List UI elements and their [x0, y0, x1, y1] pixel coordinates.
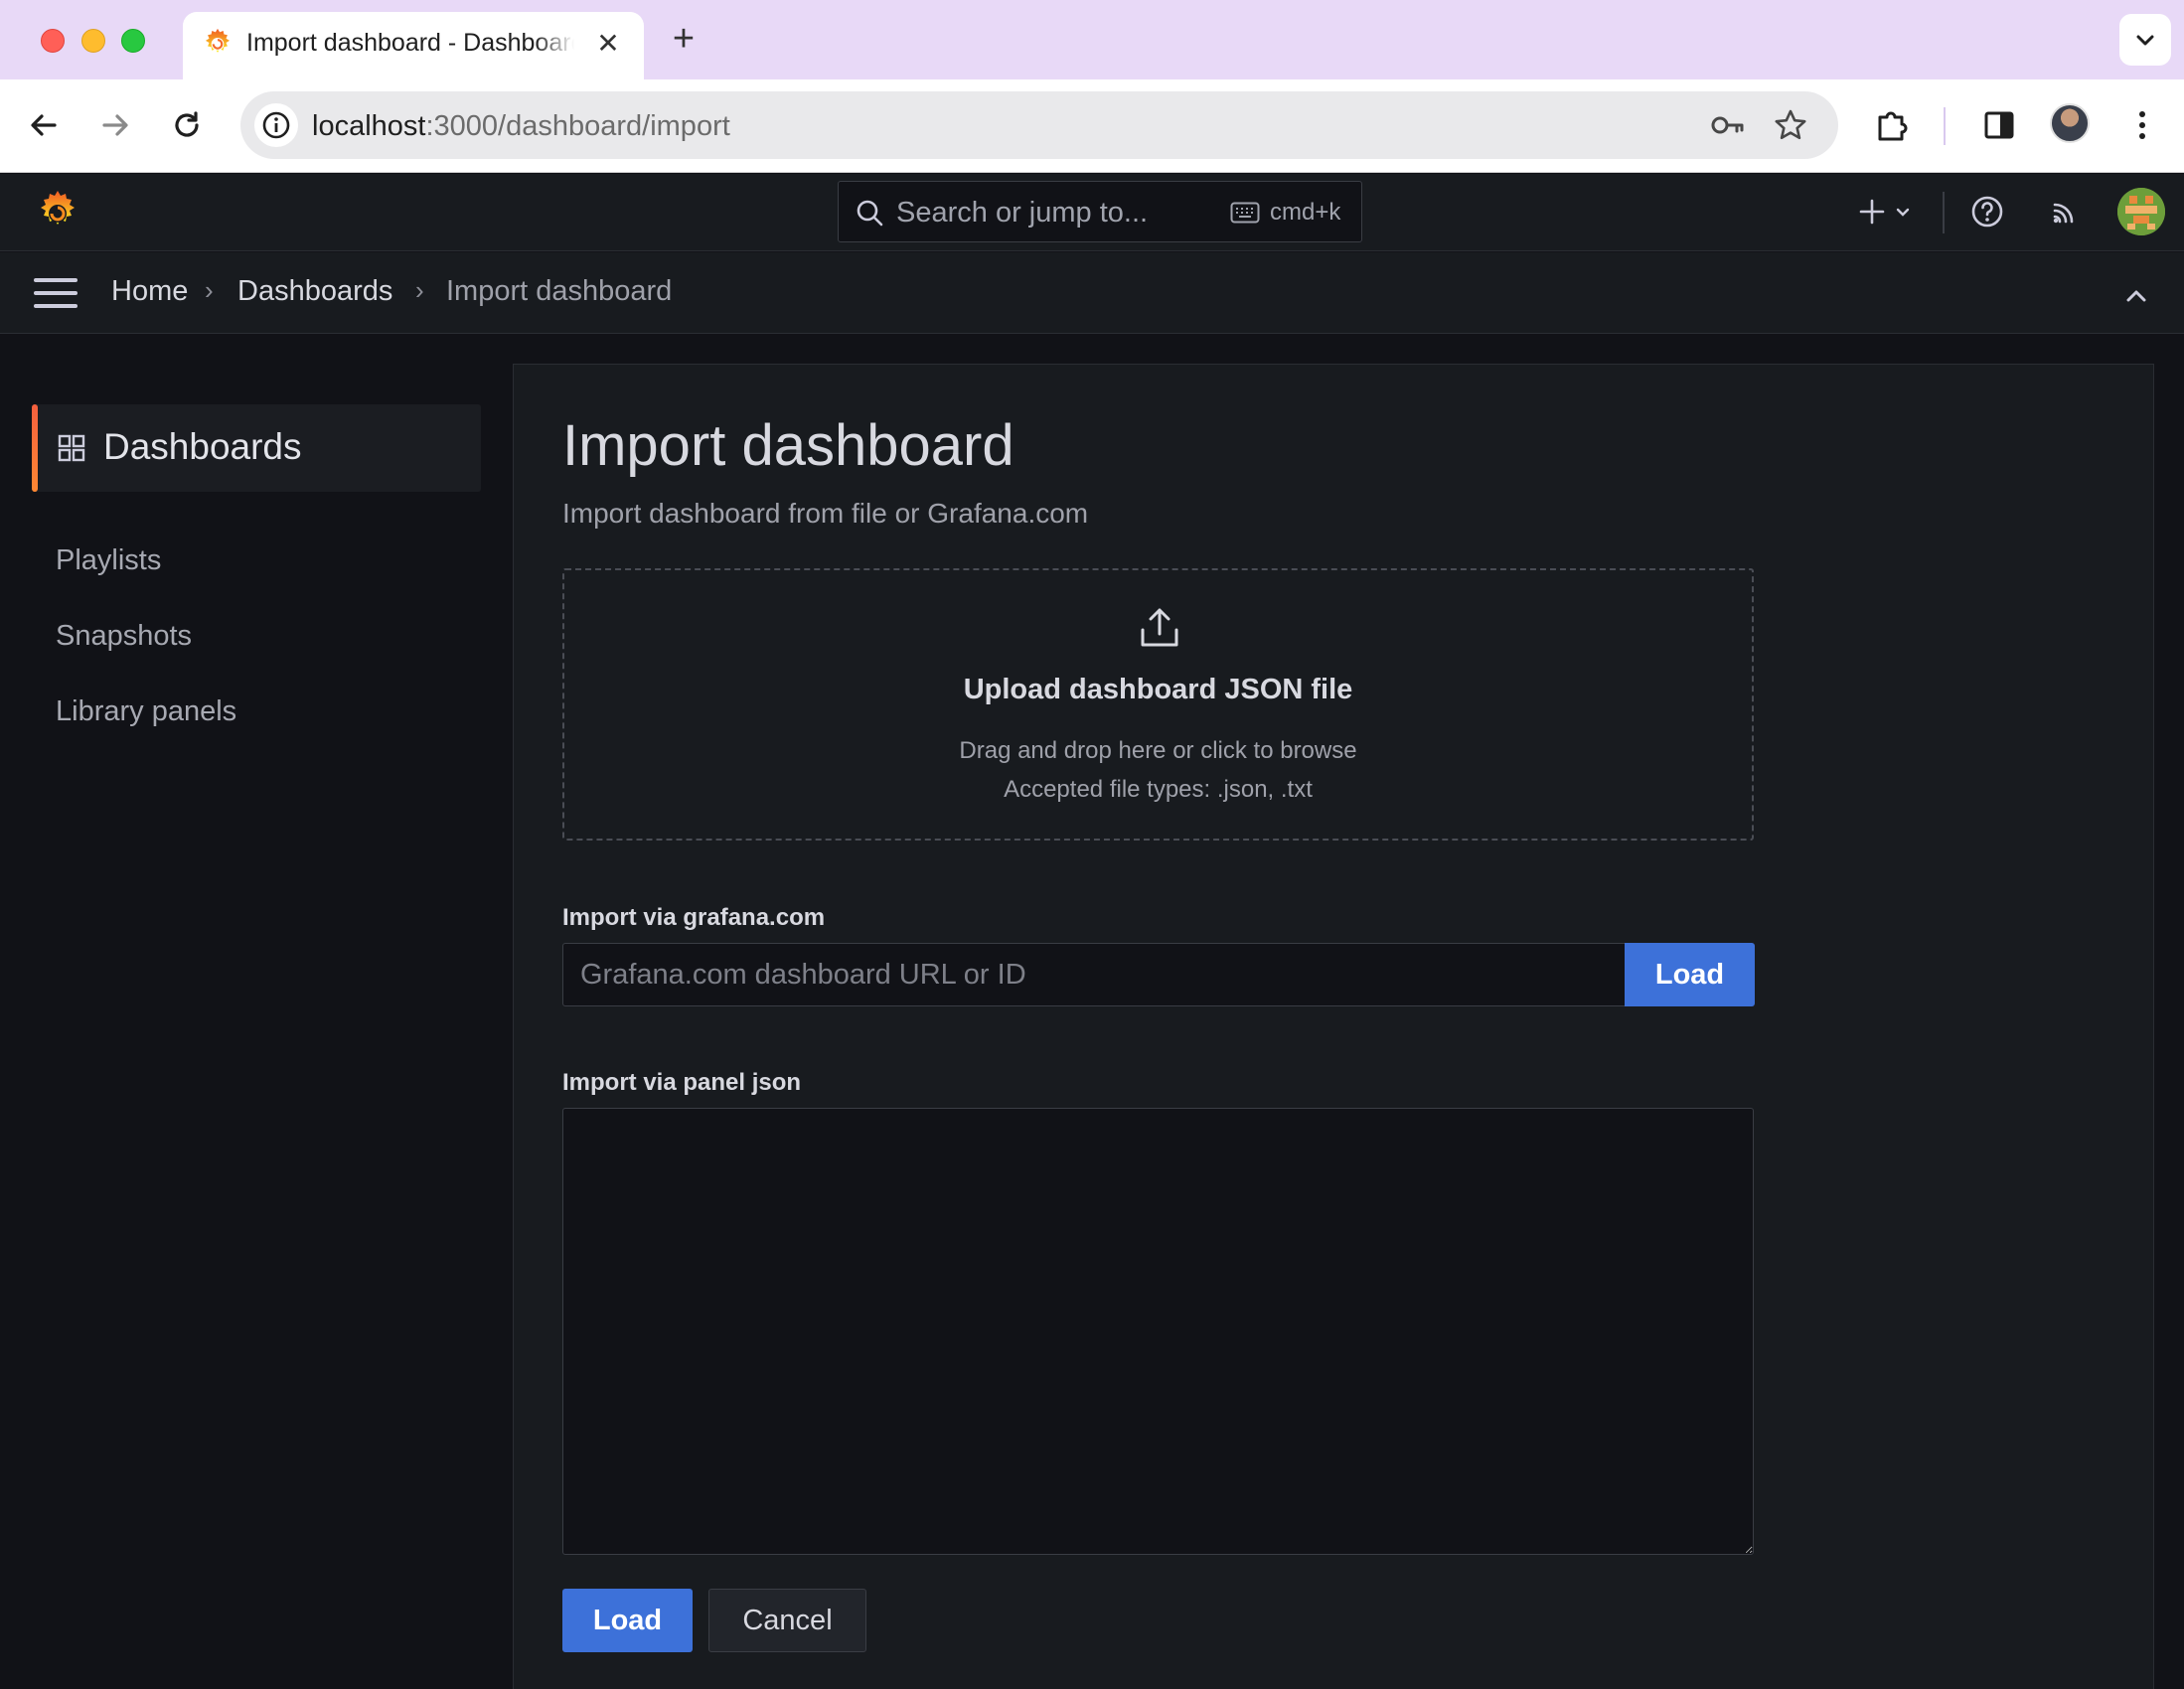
sidebar-item-playlists[interactable]: Playlists [56, 544, 161, 577]
sidebar-item-label: Dashboards [103, 426, 302, 467]
url-text[interactable]: localhost:3000/dashboard/import [312, 110, 730, 143]
new-menu-button[interactable] [1848, 190, 1922, 233]
back-button[interactable] [18, 99, 70, 151]
chevron-up-icon[interactable] [2116, 276, 2156, 316]
news-rss-icon [2053, 203, 2074, 224]
window-close-button[interactable] [41, 29, 65, 53]
active-indicator [32, 404, 38, 492]
browser-tab-active[interactable]: Import dashboard - Dashboards - Grafana … [183, 12, 644, 79]
address-bar[interactable]: localhost:3000/dashboard/import [240, 91, 1838, 159]
browser-menu-button[interactable] [2116, 99, 2168, 151]
tab-close-icon[interactable]: ✕ [592, 28, 624, 60]
panel-json-textarea[interactable] [562, 1108, 1754, 1555]
grafana-logo-icon[interactable] [34, 188, 81, 235]
top-bar-separator [1943, 192, 1945, 233]
page-subtitle: Import dashboard from file or Grafana.co… [562, 498, 1089, 529]
grafana-com-label: Import via grafana.com [562, 904, 826, 931]
user-avatar-identicon [2117, 188, 2165, 235]
grafana-top-bar: Search or jump to... cmd+k [0, 174, 2184, 251]
upload-dropzone[interactable]: Upload dashboard JSON file Drag and drop… [562, 568, 1754, 841]
search-bar[interactable]: Search or jump to... cmd+k [838, 181, 1362, 242]
chevron-down-icon [2136, 35, 2154, 46]
help-icon [1971, 196, 2003, 228]
window-maximize-button[interactable] [121, 29, 145, 53]
sidebar-item-library-panels[interactable]: Library panels [56, 695, 236, 728]
side-panel-icon [1984, 111, 2014, 139]
upload-file-types: Accepted file types: .json, .txt [1004, 776, 1313, 803]
star-icon [1775, 109, 1806, 140]
keyboard-icon [1230, 202, 1260, 224]
user-avatar[interactable] [2117, 188, 2165, 235]
chevron-down-icon [1896, 208, 1910, 217]
news-button[interactable] [2043, 190, 2087, 233]
upload-icon [1141, 608, 1178, 647]
grafana-com-url-input[interactable] [562, 943, 1626, 1006]
side-panel-button[interactable] [1973, 99, 2025, 151]
breadcrumb-bar: Home › Dashboards › Import dashboard [0, 252, 2184, 334]
new-tab-button[interactable]: + [666, 20, 702, 60]
tab-search-button[interactable] [2119, 14, 2171, 66]
help-button[interactable] [1965, 190, 2009, 233]
extensions-button[interactable] [1866, 99, 1918, 151]
extensions-icon [1878, 111, 1908, 141]
load-url-button[interactable]: Load [1625, 943, 1755, 1006]
upload-hint: Drag and drop here or click to browse [959, 737, 1357, 764]
load-button[interactable]: Load [562, 1589, 693, 1652]
import-dashboard-panel: Import dashboard Import dashboard from f… [513, 364, 2154, 1689]
hamburger-line [34, 278, 78, 282]
bookmark-button[interactable] [1773, 107, 1808, 143]
plus-icon [1859, 199, 1885, 225]
apps-grid-icon [58, 434, 85, 462]
tab-title: Import dashboard - Dashboards - Grafana [246, 29, 574, 58]
toolbar-separator [1944, 107, 1946, 145]
hamburger-line [34, 291, 78, 295]
site-info-button[interactable] [254, 103, 298, 147]
kebab-menu-icon [2139, 111, 2145, 139]
browser-toolbar: localhost:3000/dashboard/import [0, 79, 2184, 173]
url-host: localhost [312, 110, 426, 142]
password-manager-button[interactable] [1709, 107, 1745, 143]
cancel-button[interactable]: Cancel [708, 1589, 866, 1652]
reload-button[interactable] [161, 99, 213, 151]
reload-icon [175, 111, 199, 137]
panel-json-label: Import via panel json [562, 1069, 802, 1096]
search-placeholder: Search or jump to... [896, 197, 1149, 229]
forward-button[interactable] [89, 99, 141, 151]
section-sidebar: Dashboards Playlists Snapshots Library p… [0, 335, 497, 1689]
window-minimize-button[interactable] [81, 29, 105, 53]
page-title: Import dashboard [562, 413, 1014, 478]
search-icon [857, 200, 883, 227]
breadcrumb-dashboards[interactable]: Dashboards [237, 275, 392, 308]
url-path: :3000/dashboard/import [425, 110, 730, 142]
breadcrumb-home[interactable]: Home [111, 275, 188, 308]
back-icon [31, 114, 57, 136]
breadcrumb-separator: › [415, 275, 424, 305]
breadcrumb-current: Import dashboard [446, 275, 673, 307]
hamburger-line [34, 304, 78, 308]
upload-title: Upload dashboard JSON file [963, 674, 1353, 705]
grafana-favicon-icon [205, 28, 231, 53]
info-icon [262, 111, 290, 139]
browser-tab-bar: Import dashboard - Dashboards - Grafana … [0, 0, 2184, 79]
menu-toggle-button[interactable] [34, 278, 78, 312]
key-icon [1711, 116, 1744, 134]
sidebar-item-snapshots[interactable]: Snapshots [56, 620, 192, 653]
search-shortcut: cmd+k [1270, 199, 1341, 226]
profile-avatar[interactable] [2050, 103, 2090, 143]
breadcrumb-separator: › [205, 275, 214, 305]
forward-icon [102, 114, 128, 136]
sidebar-item-dashboards[interactable]: Dashboards [32, 404, 481, 492]
